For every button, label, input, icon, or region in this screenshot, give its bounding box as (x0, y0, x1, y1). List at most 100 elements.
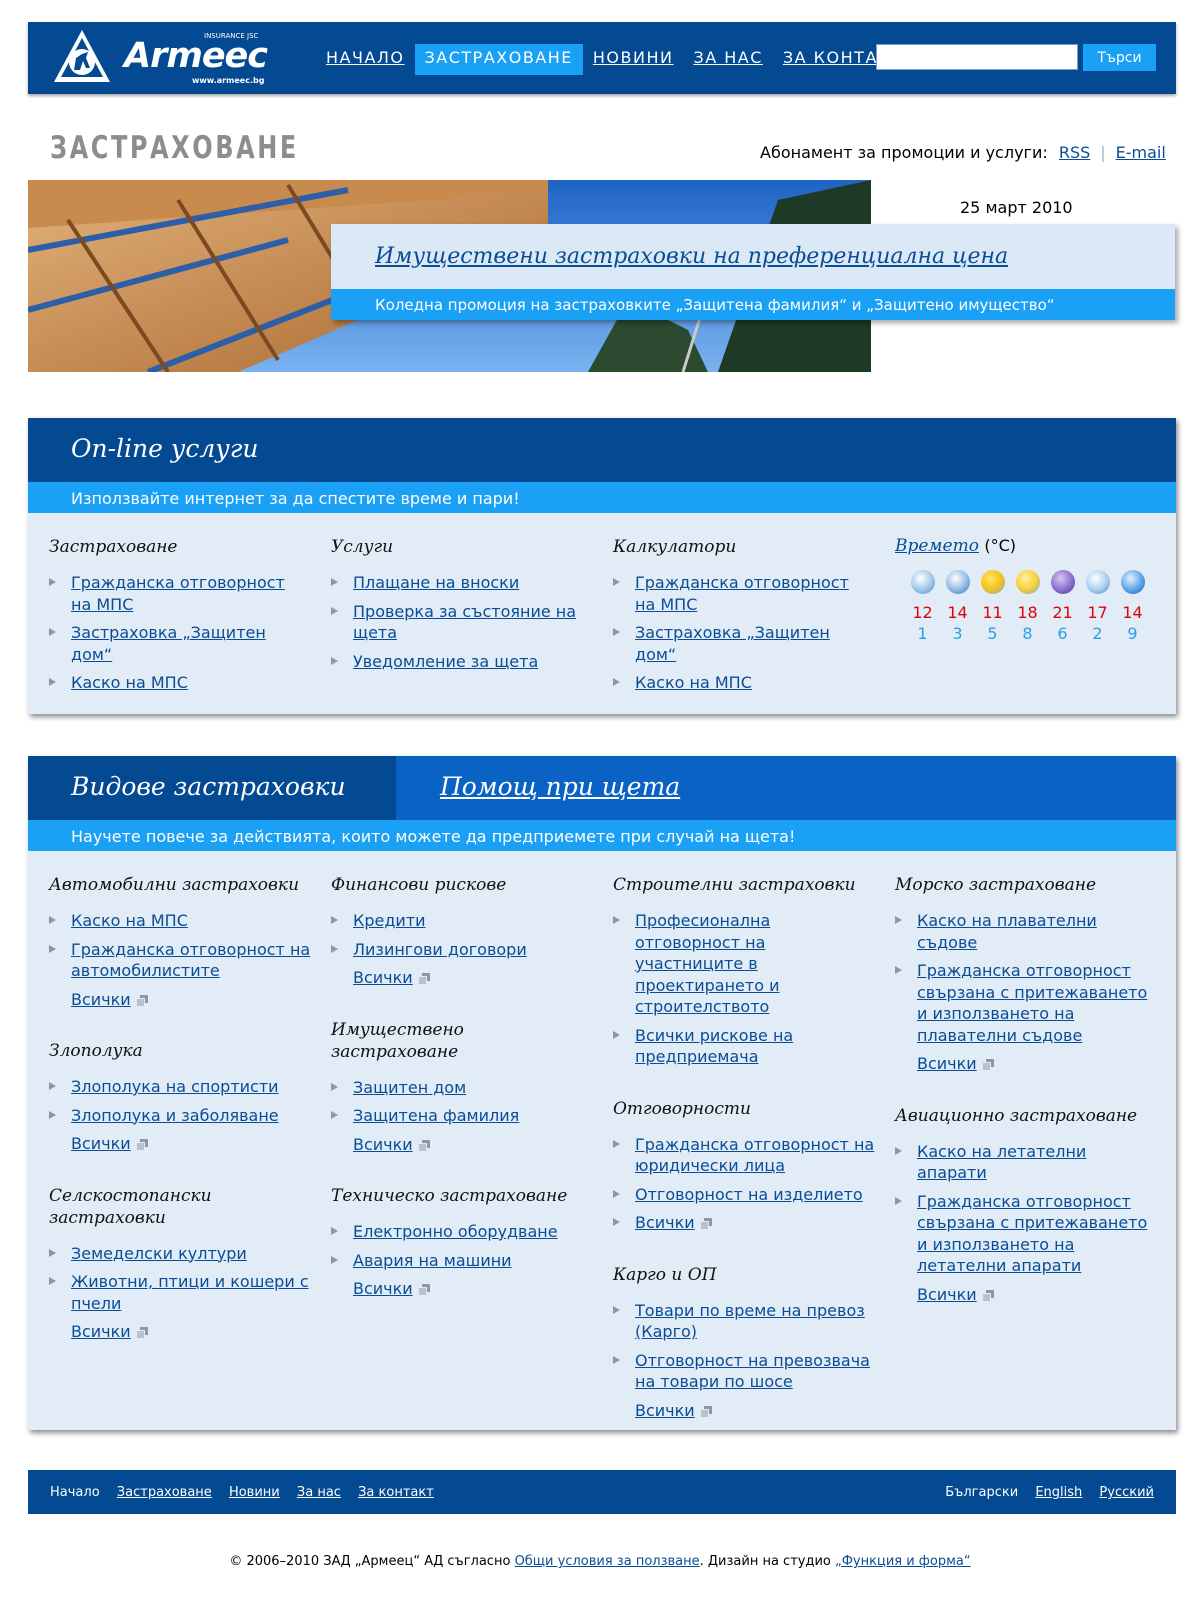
all-item: Всички (331, 967, 591, 989)
search-input[interactable] (876, 44, 1078, 70)
link[interactable]: Злополука и заболяване (71, 1106, 279, 1125)
column-title: Услуги (331, 537, 394, 557)
list-item: Гражданска отговорност на юридически лиц… (613, 1134, 875, 1177)
nav-home[interactable]: НАЧАЛО (316, 44, 415, 75)
claims-help-link[interactable]: Помощ при щета (440, 772, 680, 801)
snow-cloud-icon (910, 570, 935, 594)
lang-english[interactable]: English (1035, 1485, 1082, 1500)
link[interactable]: Каско на МПС (71, 673, 188, 692)
nav-insurance[interactable]: ЗАСТРАХОВАНЕ (414, 44, 583, 75)
list-item: Гражданска отговорност на МПС (613, 572, 873, 615)
link[interactable]: Гражданска отговорност свързана с притеж… (917, 961, 1147, 1045)
all-link[interactable]: Всички (353, 1279, 413, 1298)
link[interactable]: Каско на МПС (71, 911, 188, 930)
link[interactable]: Кредити (353, 911, 426, 930)
link[interactable]: Каско на летателни апарати (917, 1142, 1086, 1183)
category-title: Строителни застраховки (613, 875, 856, 895)
weather-highs-row: 12 14 11 18 21 17 14 (905, 602, 1165, 623)
bullet-arrow-icon (49, 916, 56, 924)
footer-nav-news[interactable]: Новини (229, 1485, 280, 1500)
link[interactable]: Застраховка „Защитен дом“ (71, 623, 266, 664)
column-title: Калкулатори (613, 537, 737, 557)
link[interactable]: Гражданска отговорност свързана с притеж… (917, 1192, 1147, 1276)
nav-about[interactable]: ЗА НАС (683, 44, 772, 75)
bullet-arrow-icon (331, 944, 338, 953)
all-item: Всички (895, 1053, 1157, 1075)
all-link[interactable]: Всички (917, 1285, 977, 1304)
link[interactable]: Гражданска отговорност на МПС (71, 573, 285, 614)
temp-low: 5 (987, 624, 998, 643)
armeec-logo[interactable]: INSURANCE JSC Armeec www.armeec.bg (52, 28, 268, 88)
bullet-arrow-icon (895, 966, 902, 974)
list-item: Земеделски култури (49, 1243, 311, 1265)
types-column: Автомобилни застраховки Каско на МПС Гра… (49, 874, 311, 1373)
category-title: Злополука (49, 1041, 143, 1061)
footer-nav-insurance[interactable]: Застраховане (117, 1485, 212, 1500)
copyright: © 2006–2010 ЗАД „Армеец“ АД съгласно Общ… (0, 1554, 1200, 1569)
link[interactable]: Каско на плавателни съдове (917, 911, 1097, 952)
link[interactable]: Уведомление за щета (353, 652, 538, 671)
link[interactable]: Застраховка „Защитен дом“ (635, 623, 830, 664)
link[interactable]: Животни, птици и кошери с пчели (71, 1272, 309, 1313)
list-item: Злополука и заболяване (49, 1105, 311, 1127)
bullet-arrow-icon (49, 578, 56, 586)
rss-link[interactable]: RSS (1059, 143, 1090, 162)
category-title: Карго и ОП (613, 1264, 717, 1285)
online-column: Услуги Плащане на вноски Проверка за със… (331, 536, 591, 702)
search-button[interactable]: Търси (1083, 44, 1156, 71)
link[interactable]: Защитена фамилия (353, 1106, 519, 1125)
sun-rain-icon (1015, 570, 1040, 594)
temp-high: 14 (947, 603, 968, 622)
list-item: Проверка за състояние на щета (331, 601, 591, 644)
link[interactable]: Професионална отговорност на участниците… (635, 911, 780, 1016)
link[interactable]: Защитен дом (353, 1078, 466, 1097)
link[interactable]: Лизингови договори (353, 940, 527, 959)
list-item: Всички (613, 1212, 875, 1234)
all-link[interactable]: Всички (71, 1134, 131, 1153)
link[interactable]: Каско на МПС (635, 673, 752, 692)
lang-russian[interactable]: Русский (1099, 1485, 1154, 1500)
link[interactable]: Гражданска отговорност на автомобилистит… (71, 940, 310, 981)
all-item: Всички (895, 1284, 1157, 1306)
types-column: Финансови рискове Кредити Лизингови дого… (331, 874, 591, 1330)
terms-link[interactable]: Общи условия за ползване (515, 1554, 700, 1569)
bullet-arrow-icon (613, 916, 620, 924)
all-link[interactable]: Всички (353, 968, 413, 987)
link[interactable]: Отговорност на изделието (635, 1185, 863, 1204)
weather-link[interactable]: Времето (895, 536, 979, 556)
all-link[interactable]: Всички (635, 1401, 695, 1420)
promo-title-link[interactable]: Имуществени застраховки на преференциалн… (375, 244, 1008, 269)
footer-nav-about[interactable]: За нас (297, 1485, 341, 1500)
email-link[interactable]: E-mail (1116, 143, 1166, 162)
all-link[interactable]: Всички (71, 1322, 131, 1341)
all-link[interactable]: Всички (917, 1054, 977, 1073)
link[interactable]: Плащане на вноски (353, 573, 519, 592)
studio-link[interactable]: „Функция и форма“ (835, 1554, 971, 1569)
bullet-arrow-icon (613, 1139, 620, 1148)
list-item: Отговорност на превозвача на товари по ш… (613, 1350, 875, 1393)
external-window-icon (418, 1139, 430, 1151)
all-link[interactable]: Всички (71, 990, 131, 1009)
list-item: Злополука на спортисти (49, 1076, 311, 1098)
link[interactable]: Всички рискове на предприемача (635, 1026, 793, 1067)
all-link[interactable]: Всички (353, 1135, 413, 1154)
all-link[interactable]: Всички (635, 1213, 695, 1232)
bullet-arrow-icon (49, 1248, 56, 1257)
link[interactable]: Товари по време на превоз (Карго) (635, 1301, 865, 1342)
tab-insurance-types[interactable]: Видове застраховки (28, 756, 396, 820)
link[interactable]: Електронно оборудване (353, 1222, 558, 1241)
link[interactable]: Земеделски култури (71, 1244, 247, 1263)
link[interactable]: Проверка за състояние на щета (353, 602, 576, 643)
footer-nav-contact[interactable]: За контакт (358, 1485, 434, 1500)
link[interactable]: Авария на машини (353, 1251, 512, 1270)
list-item: Защитен дом (331, 1077, 591, 1099)
all-item: Всички (49, 989, 311, 1011)
link[interactable]: Отговорност на превозвача на товари по ш… (635, 1351, 870, 1392)
temp-low: 1 (917, 624, 928, 643)
link[interactable]: Злополука на спортисти (71, 1077, 279, 1096)
link[interactable]: Гражданска отговорност на юридически лиц… (635, 1135, 874, 1176)
nav-news[interactable]: НОВИНИ (583, 44, 684, 75)
external-window-icon (418, 973, 430, 984)
list-item: Лизингови договори (331, 939, 591, 961)
link[interactable]: Гражданска отговорност на МПС (635, 573, 849, 614)
